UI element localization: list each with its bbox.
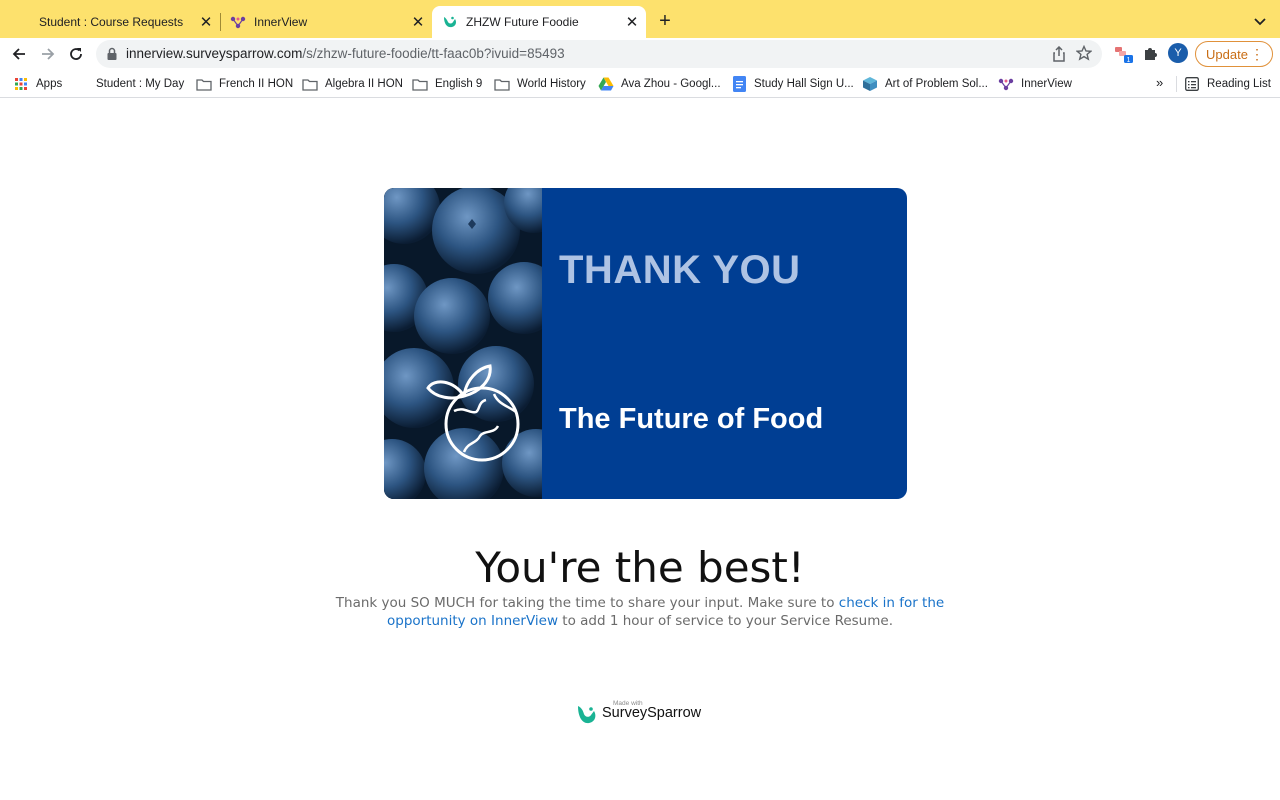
banner-title: THANK YOU (559, 248, 801, 292)
folder-icon (494, 76, 510, 92)
made-with-surveysparrow[interactable]: Made with SurveySparrow (577, 700, 717, 726)
bookmark-label: English 9 (435, 78, 483, 90)
bookmark-label: InnerView (1021, 78, 1072, 90)
globe-sprout-icon (424, 356, 524, 476)
update-label: Update (1206, 46, 1248, 62)
innerview-icon (230, 14, 246, 30)
close-tab-icon[interactable]: ✕ (198, 14, 214, 31)
share-icon[interactable] (1052, 45, 1066, 67)
folder-icon (196, 76, 212, 92)
surveysparrow-brand: SurveySparrow (602, 705, 702, 721)
banner-subtitle: The Future of Food (559, 403, 824, 435)
new-tab-icon[interactable]: + (654, 11, 676, 33)
extension-icon[interactable]: 1 (1114, 44, 1134, 64)
bookmark-label: Algebra II HON (325, 78, 403, 90)
bookmark-label: World History (517, 78, 586, 90)
bookmark-label: French II HON (219, 78, 294, 90)
message-text-start: Thank you SO MUCH for taking the time to… (335, 595, 839, 611)
bookmark-label: Art of Problem Sol... (885, 78, 988, 90)
tab-strip: Student : Course Requests ✕ InnerView ✕ … (0, 0, 1280, 38)
bookmark-student-my-day[interactable]: Student : My Day (96, 75, 184, 93)
bookmark-study-hall-sign-up[interactable]: Study Hall Sign U... (731, 75, 854, 93)
reading-list-button[interactable]: Reading List (1184, 75, 1271, 93)
tab-course-requests[interactable]: Student : Course Requests ✕ (10, 6, 220, 38)
puzzle-extensions-icon[interactable] (1142, 44, 1160, 62)
bookmark-algebra-ii-hon[interactable]: Algebra II HON (302, 75, 403, 93)
google-drive-icon (598, 76, 614, 92)
forward-arrow-icon[interactable] (36, 42, 60, 66)
tab-search-chevron-icon[interactable] (1252, 13, 1268, 29)
more-vert-icon[interactable]: ⋮ (1250, 45, 1264, 63)
url-domain: innerview.surveysparrow.com (126, 46, 303, 61)
close-tab-icon[interactable]: ✕ (410, 14, 426, 31)
bookmark-apps[interactable]: Apps (13, 75, 62, 93)
profile-avatar[interactable]: Y (1168, 43, 1188, 63)
apps-grid-icon (13, 76, 29, 92)
bookmark-art-of-problem-solving[interactable]: Art of Problem Sol... (862, 75, 988, 93)
back-arrow-icon[interactable] (7, 42, 31, 66)
folder-icon (302, 76, 318, 92)
surveysparrow-icon (442, 14, 458, 30)
tab-separator (220, 13, 221, 31)
bookmark-french-ii-hon[interactable]: French II HON (196, 75, 293, 93)
aops-icon (862, 76, 878, 92)
thank-you-banner: THANK YOU The Future of Food (384, 188, 907, 499)
bookmark-world-history[interactable]: World History (494, 75, 586, 93)
reading-list-icon (1184, 76, 1200, 92)
tab-title: ZHZW Future Foodie (466, 15, 579, 29)
bookmarks-divider (1176, 76, 1177, 92)
extension-badge: 1 (1127, 57, 1131, 64)
tab-title: Student : Course Requests (39, 15, 184, 29)
close-tab-icon[interactable]: ✕ (624, 14, 640, 31)
url-text: innerview.surveysparrow.com/s/zhzw-futur… (126, 46, 565, 61)
browser-toolbar: innerview.surveysparrow.com/s/zhzw-futur… (0, 38, 1280, 70)
bookmark-ava-zhou-drive[interactable]: Ava Zhou - Googl... (598, 75, 721, 93)
url-path: /s/zhzw-future-foodie/tt-faac0b?ivuid=85… (302, 46, 565, 61)
update-button[interactable]: Update ⋮ (1195, 41, 1273, 67)
innerview-icon (998, 76, 1014, 92)
bookmark-label: Ava Zhou - Googl... (621, 78, 721, 90)
lock-icon[interactable] (106, 47, 118, 66)
reload-icon[interactable] (64, 42, 88, 66)
more-bookmarks-chevron[interactable]: » (1156, 75, 1163, 90)
tab-innerview[interactable]: InnerView ✕ (224, 6, 432, 38)
bookmark-label: Student : My Day (96, 78, 185, 90)
bookmarks-bar: Apps Student : My Day French II HON Alge… (0, 70, 1280, 98)
address-bar[interactable]: innerview.surveysparrow.com/s/zhzw-futur… (96, 40, 1102, 68)
reading-list-label: Reading List (1207, 78, 1271, 90)
bookmark-english-9[interactable]: English 9 (412, 75, 482, 93)
bookmark-label: Apps (36, 78, 63, 90)
bookmark-label: Study Hall Sign U... (754, 78, 854, 90)
bookmark-innerview[interactable]: InnerView (998, 75, 1072, 93)
google-docs-icon (731, 76, 747, 92)
page-headline: You're the best! (475, 543, 805, 592)
surveysparrow-logo-icon (577, 704, 597, 731)
thank-you-message: Thank you SO MUCH for taking the time to… (300, 594, 980, 630)
tab-title: InnerView (254, 15, 308, 29)
bookmark-star-icon[interactable] (1075, 44, 1093, 66)
tab-zhzw-future-foodie[interactable]: ZHZW Future Foodie ✕ (432, 6, 646, 38)
message-text-end: to add 1 hour of service to your Service… (558, 613, 893, 629)
folder-icon (412, 76, 428, 92)
